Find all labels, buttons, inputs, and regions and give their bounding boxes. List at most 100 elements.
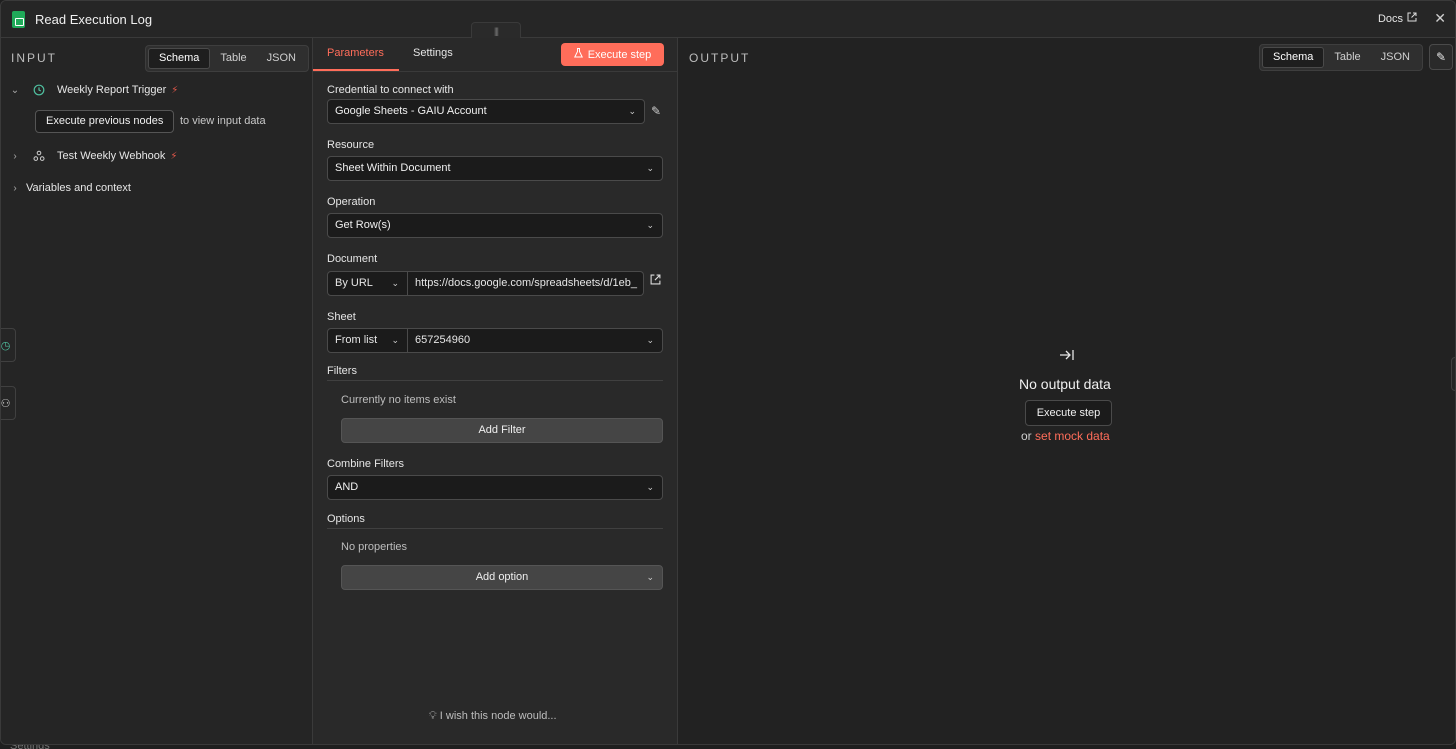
execute-step-button[interactable]: Execute step bbox=[561, 43, 664, 66]
resource-label: Resource bbox=[327, 139, 375, 151]
tree-node-label: Weekly Report Trigger bbox=[57, 84, 167, 96]
tab-parameters[interactable]: Parameters bbox=[327, 47, 384, 59]
drag-handle[interactable]: ||| bbox=[471, 22, 521, 38]
chevron-right-icon[interactable]: › bbox=[9, 151, 21, 162]
edit-credential-pencil-icon[interactable]: ✎ bbox=[651, 104, 661, 118]
tree-node-weekly-report-trigger[interactable]: ⌄ Weekly Report Trigger ⚡ bbox=[1, 82, 178, 98]
lightbulb-icon: 💡︎ bbox=[429, 710, 437, 722]
combine-filters-select[interactable]: AND ⌄ bbox=[327, 475, 663, 500]
no-output-title: No output data bbox=[1019, 376, 1111, 392]
chevron-down-icon: ⌄ bbox=[646, 482, 654, 492]
output-view-schema[interactable]: Schema bbox=[1262, 47, 1325, 68]
execute-previous-hint: to view input data bbox=[180, 115, 266, 127]
operation-label: Operation bbox=[327, 196, 376, 208]
document-mode-select[interactable]: By URL ⌄ bbox=[327, 271, 408, 296]
chevron-down-icon[interactable]: ⌄ bbox=[9, 85, 21, 96]
title-bar: Read Execution Log Docs ✕ bbox=[1, 1, 1455, 38]
sheet-label: Sheet bbox=[327, 311, 356, 323]
combine-filters-value: AND bbox=[335, 481, 359, 493]
credential-select[interactable]: Google Sheets - GAIU Account ⌄ bbox=[327, 99, 645, 124]
close-icon[interactable]: ✕ bbox=[1434, 10, 1446, 27]
add-option-button[interactable]: Add option ⌄ bbox=[341, 565, 663, 590]
resource-value: Sheet Within Document bbox=[335, 162, 451, 174]
execute-previous-nodes-button[interactable]: Execute previous nodes bbox=[35, 110, 175, 133]
output-panel: OUTPUT Schema Table JSON ✎ No output dat… bbox=[678, 38, 1455, 744]
input-view-json[interactable]: JSON bbox=[257, 48, 306, 69]
node-title[interactable]: Read Execution Log bbox=[35, 12, 152, 27]
resource-select[interactable]: Sheet Within Document ⌄ bbox=[327, 156, 663, 181]
google-sheets-icon bbox=[12, 10, 25, 28]
external-link-icon bbox=[1407, 12, 1417, 25]
sheet-locator: From list ⌄ 657254960 ⌄ bbox=[327, 328, 663, 353]
input-view-table[interactable]: Table bbox=[210, 48, 256, 69]
filters-divider bbox=[327, 380, 663, 381]
webhook-icon: ⚇ bbox=[0, 397, 11, 410]
input-view-schema[interactable]: Schema bbox=[148, 48, 211, 69]
chevron-down-icon: ⌄ bbox=[646, 220, 654, 230]
execute-step-label: Execute step bbox=[587, 48, 652, 61]
add-option-label: Add option bbox=[475, 571, 529, 583]
side-node-webhook-tab[interactable]: ⚇ bbox=[0, 386, 16, 420]
chevron-down-icon: ⌄ bbox=[391, 335, 399, 345]
chevron-down-icon: ⌄ bbox=[646, 163, 654, 173]
output-execute-step-button[interactable]: Execute step bbox=[1025, 400, 1112, 426]
clock-icon: ◷ bbox=[0, 339, 11, 352]
sheet-value: 657254960 bbox=[415, 334, 471, 346]
feedback-label: I wish this node would... bbox=[439, 710, 557, 722]
webhook-icon bbox=[31, 148, 47, 164]
side-node-clock-tab[interactable]: ◷ bbox=[0, 328, 16, 362]
tree-variables-and-context[interactable]: › Variables and context bbox=[1, 182, 131, 194]
trigger-bolt-icon: ⚡ bbox=[170, 150, 178, 162]
document-label: Document bbox=[327, 253, 378, 265]
output-view-table[interactable]: Table bbox=[1324, 47, 1370, 68]
filters-title: Filters bbox=[327, 365, 357, 377]
parameters-tabs: Parameters Settings Execute step bbox=[313, 38, 677, 72]
document-mode-value: By URL bbox=[335, 277, 373, 289]
document-url-input[interactable]: https://docs.google.com/spreadsheets/d/1… bbox=[408, 271, 644, 296]
output-view-toggle: Schema Table JSON bbox=[1259, 44, 1423, 71]
sheet-mode-value: From list bbox=[335, 334, 378, 346]
credential-value: Google Sheets - GAIU Account bbox=[335, 105, 487, 117]
parameters-panel: Parameters Settings Execute step Credent… bbox=[313, 38, 678, 744]
operation-value: Get Row(s) bbox=[335, 219, 391, 231]
tabs-divider bbox=[313, 71, 677, 72]
document-locator: By URL ⌄ https://docs.google.com/spreads… bbox=[327, 271, 644, 296]
chevron-down-icon: ⌄ bbox=[646, 335, 654, 345]
chevron-right-icon[interactable]: › bbox=[9, 183, 21, 194]
chevron-down-icon: ⌄ bbox=[628, 106, 636, 116]
sheet-mode-select[interactable]: From list ⌄ bbox=[327, 328, 408, 353]
options-title: Options bbox=[327, 513, 365, 525]
input-panel: INPUT Schema Table JSON ⌄ Weekly Report … bbox=[0, 38, 313, 744]
credential-label: Credential to connect with bbox=[327, 84, 454, 96]
docs-link[interactable]: Docs bbox=[1378, 12, 1417, 25]
open-document-external-link-icon[interactable] bbox=[650, 274, 661, 288]
variables-label: Variables and context bbox=[26, 182, 131, 194]
tree-node-label: Test Weekly Webhook bbox=[57, 150, 166, 162]
input-view-toggle: Schema Table JSON bbox=[145, 45, 309, 72]
output-panel-label: OUTPUT bbox=[689, 51, 751, 65]
docs-label: Docs bbox=[1377, 12, 1403, 25]
sheet-select[interactable]: 657254960 ⌄ bbox=[408, 328, 663, 353]
arrow-right-to-line-icon bbox=[1059, 348, 1075, 365]
operation-select[interactable]: Get Row(s) ⌄ bbox=[327, 213, 663, 238]
add-filter-button[interactable]: Add Filter bbox=[341, 418, 663, 443]
document-url-value: https://docs.google.com/spreadsheets/d/1… bbox=[415, 277, 637, 289]
mock-data-line: or set mock data bbox=[1021, 429, 1110, 443]
trigger-bolt-icon: ⚡ bbox=[171, 84, 179, 96]
tree-node-test-weekly-webhook[interactable]: › Test Weekly Webhook ⚡ bbox=[1, 148, 177, 164]
chevron-down-icon: ⌄ bbox=[646, 572, 654, 582]
feedback-link[interactable]: 💡︎ I wish this node would... bbox=[429, 710, 557, 723]
combine-filters-label: Combine Filters bbox=[327, 458, 405, 470]
side-panel-handle[interactable] bbox=[1451, 357, 1455, 391]
or-text: or bbox=[1021, 429, 1032, 443]
node-editor-modal: Read Execution Log Docs ✕ ||| INPUT Sche… bbox=[0, 0, 1456, 745]
chevron-down-icon: ⌄ bbox=[391, 278, 399, 288]
set-mock-data-link[interactable]: set mock data bbox=[1035, 429, 1110, 443]
output-view-json[interactable]: JSON bbox=[1371, 47, 1420, 68]
options-empty-text: No properties bbox=[341, 541, 408, 553]
tab-settings[interactable]: Settings bbox=[413, 47, 453, 59]
options-divider bbox=[327, 528, 663, 529]
filters-empty-text: Currently no items exist bbox=[341, 394, 456, 406]
edit-output-pencil-icon[interactable]: ✎ bbox=[1429, 44, 1453, 70]
flask-icon bbox=[573, 48, 583, 61]
